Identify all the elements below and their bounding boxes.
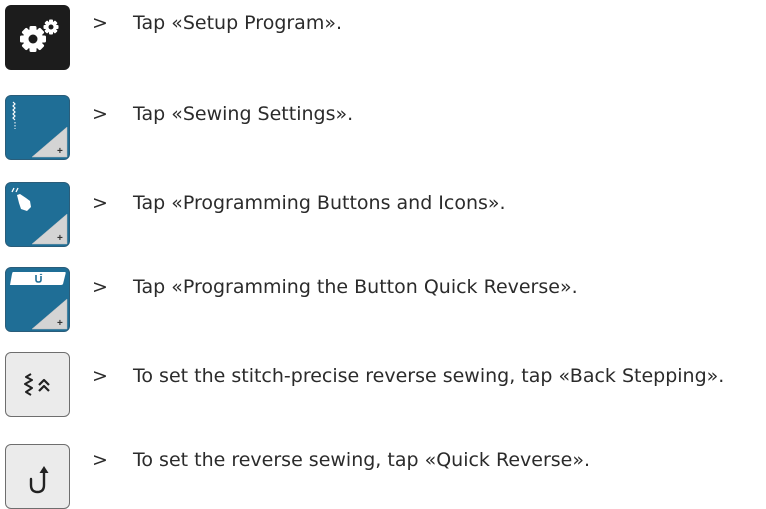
step-arrow: > bbox=[92, 12, 108, 34]
programming-buttons-icons-button[interactable]: + bbox=[5, 182, 70, 247]
step-text: Tap «Programming the Button Quick Revers… bbox=[133, 276, 578, 298]
programming-hand-icon: + bbox=[11, 187, 68, 245]
quick-reverse-icon bbox=[29, 466, 49, 494]
back-stepping-button[interactable] bbox=[5, 352, 70, 417]
step-arrow: > bbox=[92, 365, 108, 387]
step-arrow: > bbox=[92, 276, 108, 298]
step-arrow: > bbox=[92, 103, 108, 125]
step-arrow: > bbox=[92, 192, 108, 214]
step-text: Tap «Sewing Settings». bbox=[133, 103, 354, 125]
programming-quick-reverse-button[interactable]: + bbox=[5, 267, 70, 332]
sewing-settings-icon: + bbox=[12, 101, 68, 158]
quick-reverse-button[interactable] bbox=[5, 444, 70, 509]
svg-text:+: + bbox=[57, 233, 63, 244]
step-text: Tap «Programming Buttons and Icons». bbox=[133, 192, 506, 214]
step-text: Tap «Setup Program». bbox=[133, 12, 342, 34]
back-stepping-icon bbox=[24, 373, 50, 396]
step-text: To set the reverse sewing, tap «Quick Re… bbox=[133, 449, 591, 471]
setup-program-button[interactable] bbox=[5, 5, 70, 70]
svg-text:+: + bbox=[57, 318, 63, 329]
settings-gears-icon bbox=[20, 19, 59, 52]
quick-reverse-button-icon: + bbox=[10, 272, 68, 330]
svg-text:+: + bbox=[57, 146, 63, 157]
sewing-settings-button[interactable]: + bbox=[5, 95, 70, 160]
step-arrow: > bbox=[92, 449, 108, 471]
step-text: To set the stitch-precise reverse sewing… bbox=[133, 365, 725, 387]
